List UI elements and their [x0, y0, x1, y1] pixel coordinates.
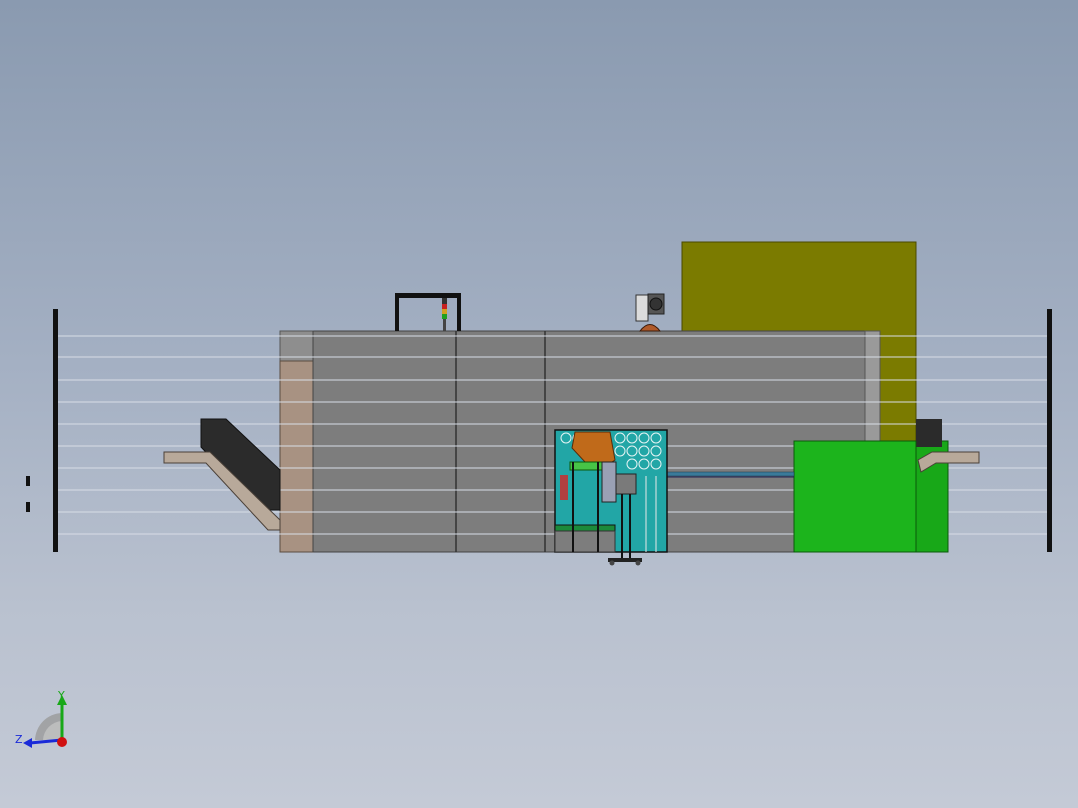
fence-post-left [53, 309, 58, 552]
signal-tower-light [442, 298, 447, 331]
view-orientation-triad[interactable]: Y Z [10, 685, 80, 755]
fence-clip-1 [26, 476, 30, 486]
tan-side-panel [279, 360, 314, 553]
fence-post-right [1047, 309, 1052, 552]
x-axis-dot [57, 737, 67, 747]
top-mounted-unit [635, 293, 665, 332]
z-axis-label: Z [15, 733, 23, 746]
y-axis-label: Y [57, 689, 65, 702]
fence-clip-2 [26, 502, 30, 512]
top-gantry-frame [395, 293, 461, 331]
assembly-model-view[interactable] [0, 0, 1078, 808]
left-infeed-chute[interactable] [163, 418, 281, 531]
cad-graphics-viewport[interactable]: Y Z [0, 0, 1078, 808]
robot-cell-window[interactable] [554, 429, 668, 566]
